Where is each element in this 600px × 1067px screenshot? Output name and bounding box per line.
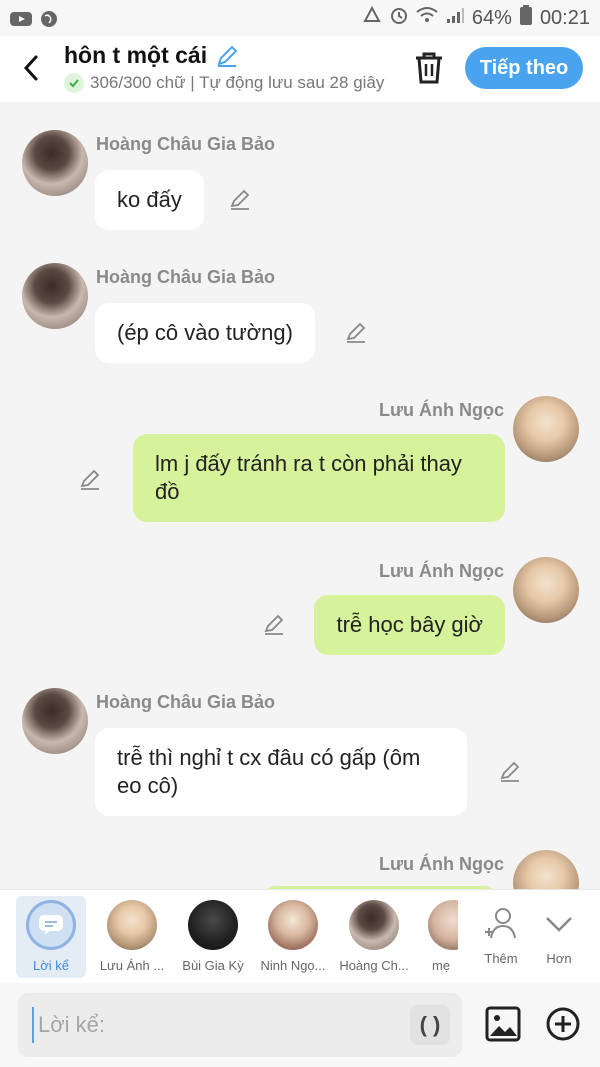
avatar: [428, 900, 458, 950]
story-title-text: hôn t một cái: [64, 42, 208, 68]
recycle-icon: [362, 5, 382, 30]
message-item: Lưu Ánh Ngọc lm j đấy tránh ra t còn phả…: [0, 396, 600, 526]
message-bubble[interactable]: trễ học bây giờ: [314, 595, 505, 655]
character-label: mẹ: [432, 958, 451, 973]
message-bubble[interactable]: ko đấy: [95, 170, 204, 230]
chat-area: Hoàng Châu Gia Bảo ko đấy Hoàng Châu Gia…: [0, 102, 600, 889]
alarm-icon: [390, 6, 408, 30]
plus-circle-icon: [546, 1007, 580, 1041]
avatar[interactable]: [22, 688, 88, 754]
edit-icon[interactable]: [78, 468, 102, 492]
character-label: Lời kể: [33, 958, 69, 973]
sender-name: Hoàng Châu Gia Bảo: [96, 267, 276, 287]
image-button[interactable]: [484, 1005, 522, 1043]
message-item: Lưu Ánh Ngọc: [0, 850, 600, 889]
autosave-status: 306/300 chữ | Tự động lưu sau 28 giây: [64, 73, 394, 93]
trash-icon: [416, 52, 442, 84]
character-label: Hơn: [546, 951, 572, 966]
narrator-icon: [26, 900, 76, 950]
character-item[interactable]: Ninh Ngọ...: [255, 896, 331, 978]
action-button[interactable]: ( ): [410, 1005, 450, 1045]
back-button[interactable]: [16, 52, 48, 84]
message-item: Lưu Ánh Ngọc trễ học bây giờ: [0, 557, 600, 657]
clock-time: 00:21: [539, 6, 590, 29]
add-button[interactable]: [544, 1005, 582, 1043]
pencil-icon[interactable]: [215, 44, 239, 68]
message-bubble[interactable]: lm j đấy tránh ra t còn phải thay đồ: [133, 434, 505, 522]
edit-icon[interactable]: [262, 613, 286, 637]
character-item[interactable]: Lưu Ánh ...: [94, 896, 170, 978]
character-item[interactable]: Bùi Gia Kỳ: [175, 896, 251, 978]
character-narrator[interactable]: Lời kể: [16, 896, 86, 978]
message-item: Hoàng Châu Gia Bảo trễ thì nghỉ t cx đâu…: [0, 688, 600, 818]
wifi-icon: [416, 6, 438, 30]
avatar: [188, 900, 238, 950]
message-item: Hoàng Châu Gia Bảo ko đấy: [0, 130, 600, 230]
next-button[interactable]: Tiếp theo: [465, 47, 583, 89]
character-label: Bùi Gia Kỳ: [182, 958, 244, 973]
delete-button[interactable]: [412, 50, 446, 86]
composer: ( ): [0, 983, 600, 1067]
chevron-left-icon: [23, 55, 38, 81]
composer-box: ( ): [18, 993, 462, 1057]
character-label: Hoàng Ch...: [339, 958, 409, 973]
message-bubble[interactable]: (ép cô vào tường): [95, 303, 315, 363]
avatar[interactable]: [513, 557, 579, 623]
character-bar: Lời kể Lưu Ánh ... Bùi Gia Kỳ Ninh Ngọ..…: [0, 889, 600, 983]
globe-icon: [40, 10, 62, 27]
story-title[interactable]: hôn t một cái: [64, 42, 394, 69]
add-person-icon: [485, 908, 516, 939]
youtube-icon: [10, 10, 32, 26]
message-input[interactable]: [32, 1007, 402, 1043]
character-label: Lưu Ánh ...: [99, 958, 165, 973]
autosave-text: 306/300 chữ | Tự động lưu sau 28 giây: [90, 73, 385, 92]
battery-level: 64%: [471, 6, 512, 29]
status-bar: 64% 00:21: [0, 0, 600, 36]
sender-name: Lưu Ánh Ngọc: [378, 400, 504, 420]
message-item: Hoàng Châu Gia Bảo (ép cô vào tường): [0, 263, 600, 363]
sender-name: Lưu Ánh Ngọc: [378, 561, 504, 581]
avatar[interactable]: [513, 396, 579, 462]
edit-icon[interactable]: [344, 321, 368, 345]
edit-icon[interactable]: [228, 188, 252, 212]
chevron-down-icon: [546, 917, 572, 932]
sender-name: Lưu Ánh Ngọc: [378, 854, 504, 874]
battery-icon: [519, 5, 532, 31]
edit-icon[interactable]: [498, 760, 522, 784]
sender-name: Hoàng Châu Gia Bảo: [96, 692, 276, 712]
character-item[interactable]: Hoàng Ch...: [336, 896, 412, 978]
avatar[interactable]: [513, 850, 579, 889]
sender-name: Hoàng Châu Gia Bảo: [96, 134, 276, 154]
more-button[interactable]: Hơn: [522, 896, 596, 978]
avatar: [268, 900, 318, 950]
signal-icon: [446, 7, 464, 30]
message-bubble[interactable]: trễ thì nghỉ t cx đâu có gấp (ôm eo cô): [95, 728, 467, 816]
character-item[interactable]: mẹ: [412, 896, 458, 978]
image-icon: [485, 1006, 521, 1042]
avatar[interactable]: [22, 263, 88, 329]
character-label: Ninh Ngọ...: [260, 958, 326, 973]
editor-header: hôn t một cái 306/300 chữ | Tự động lưu …: [0, 36, 600, 102]
avatar[interactable]: [22, 130, 88, 196]
check-icon: [64, 73, 84, 93]
avatar: [107, 900, 157, 950]
avatar: [349, 900, 399, 950]
